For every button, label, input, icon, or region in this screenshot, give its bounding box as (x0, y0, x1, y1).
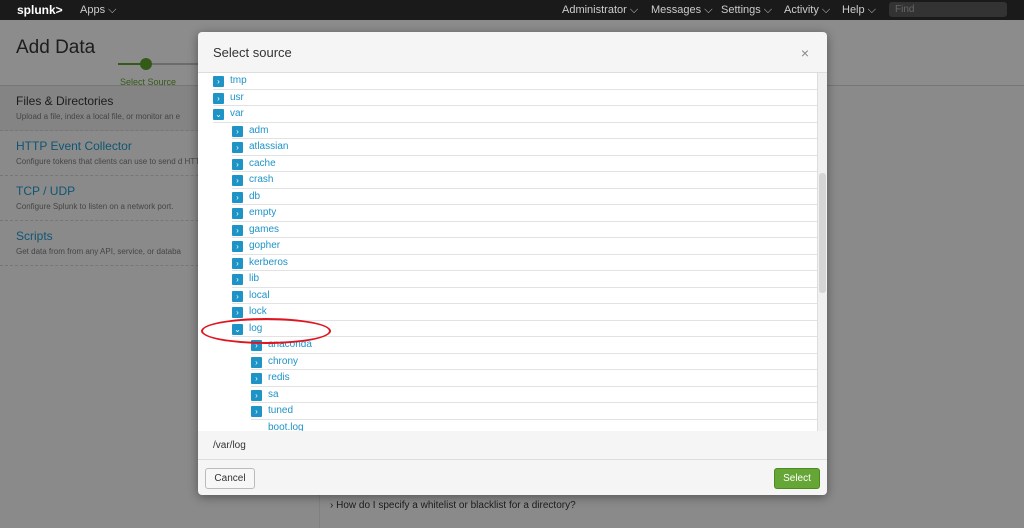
close-icon[interactable]: × (801, 45, 809, 61)
tree-node-label: lib (249, 273, 260, 284)
tree-node-crash[interactable]: › crash (232, 172, 817, 189)
tree-node-label: cache (249, 157, 276, 169)
select-source-dialog: Select source × boot.log › tuned › sa › redis ›… (198, 32, 827, 495)
nav-administrator[interactable]: Administrator ⌵ (562, 4, 638, 17)
chevron-right-icon[interactable]: › (251, 406, 262, 417)
chevron-down-icon[interactable]: ⌄ (213, 109, 224, 120)
tree-node-label: adm (249, 124, 269, 136)
tree-node-label: local (249, 289, 270, 301)
nav-messages[interactable]: Messages ⌵ (651, 4, 713, 17)
chevron-right-icon[interactable]: › (232, 241, 243, 252)
highlight-annotation (201, 318, 331, 344)
chevron-right-icon[interactable]: › (232, 191, 243, 203)
tree-node-label: crash (249, 174, 274, 185)
chevron-right-icon[interactable]: › (232, 274, 243, 285)
chevron-right-icon[interactable]: › (232, 142, 243, 153)
tree-node-label: redis (268, 372, 290, 383)
chevron-right-icon[interactable]: › (232, 158, 243, 170)
chevron-right-icon[interactable]: › (232, 257, 243, 269)
dialog-header: Select source × (198, 32, 827, 73)
tree-node-label: boot.log (268, 421, 304, 432)
tree-node-gopher[interactable]: › gopher (232, 238, 817, 255)
dialog-title: Select source (213, 45, 292, 60)
tree-node-redis[interactable]: › redis (251, 370, 817, 387)
tree-node-label: sa (268, 388, 279, 400)
tree-node-cache[interactable]: › cache (232, 156, 817, 172)
chevron-right-icon[interactable]: › (232, 290, 243, 302)
tree-node-db[interactable]: › db (232, 189, 817, 205)
nav-activity[interactable]: Activity ⌵ (784, 4, 830, 17)
tree-node-lib[interactable]: › lib (232, 271, 817, 288)
tree-node-games[interactable]: › games (232, 222, 817, 238)
tree-node-label: tuned (268, 405, 294, 416)
chevron-right-icon[interactable]: › (232, 125, 243, 137)
dialog-footer: Cancel Select (198, 461, 827, 495)
nav-help[interactable]: Help ⌵ (842, 4, 876, 17)
tree-scrollbar[interactable] (817, 73, 827, 431)
selected-path: /var/log (198, 431, 827, 460)
tree-node-usr[interactable]: › usr (213, 90, 817, 106)
nav-settings[interactable]: Settings ⌵ (721, 4, 772, 17)
tree-node-tuned[interactable]: › tuned (251, 403, 817, 420)
tree-node-label: empty (249, 207, 277, 218)
chevron-right-icon[interactable]: › (251, 356, 262, 368)
chevron-right-icon[interactable]: › (232, 224, 243, 236)
apps-menu[interactable]: Apps ⌵ (80, 4, 116, 17)
cancel-button[interactable]: Cancel (205, 468, 255, 489)
tree-node-label: chrony (268, 355, 299, 367)
chevron-right-icon[interactable]: › (232, 208, 243, 219)
chevron-right-icon[interactable]: › (232, 175, 243, 186)
chevron-right-icon[interactable]: › (213, 92, 224, 104)
tree-node-kerberos[interactable]: › kerberos (232, 255, 817, 271)
tree-node-label: tmp (230, 75, 247, 86)
tree-node-anaconda[interactable]: › anaconda (251, 337, 817, 354)
splunk-logo[interactable]: splunk> (17, 3, 63, 17)
tree-node-local[interactable]: › local (232, 288, 817, 304)
tree-node-adm[interactable]: › adm (232, 123, 817, 139)
tree-node-label: usr (230, 91, 244, 103)
scrollbar-thumb[interactable] (819, 173, 826, 293)
chevron-right-icon[interactable]: › (251, 389, 262, 401)
find-input[interactable]: Find (889, 2, 1007, 17)
tree-node-tmp[interactable]: › tmp (213, 73, 817, 90)
tree-node-empty[interactable]: › empty (232, 205, 817, 222)
chevron-right-icon[interactable]: › (213, 76, 224, 87)
tree-node-atlassian[interactable]: › atlassian (232, 139, 817, 156)
tree-node-label: var (230, 108, 244, 119)
top-nav-bar: splunk> Apps ⌵ Administrator ⌵ Messages … (0, 0, 1024, 20)
select-button[interactable]: Select (774, 468, 820, 489)
tree-node-label: atlassian (249, 141, 289, 152)
chevron-right-icon[interactable]: › (232, 307, 243, 318)
tree-node-boot-log[interactable]: boot.log (251, 420, 817, 432)
chevron-right-icon[interactable]: › (251, 373, 262, 384)
tree-node-label: db (249, 190, 261, 202)
tree-node-lock[interactable]: › lock (232, 304, 817, 321)
tree-node-chrony[interactable]: › chrony (251, 354, 817, 370)
tree-node-sa[interactable]: › sa (251, 387, 817, 403)
tree-node-label: games (249, 223, 280, 235)
directory-tree: boot.log › tuned › sa › redis › chrony › anaconda ⌄… (198, 73, 827, 431)
tree-node-label: kerberos (249, 256, 288, 268)
tree-node-var[interactable]: ⌄ var (213, 106, 817, 123)
tree-node-label: gopher (249, 240, 281, 251)
